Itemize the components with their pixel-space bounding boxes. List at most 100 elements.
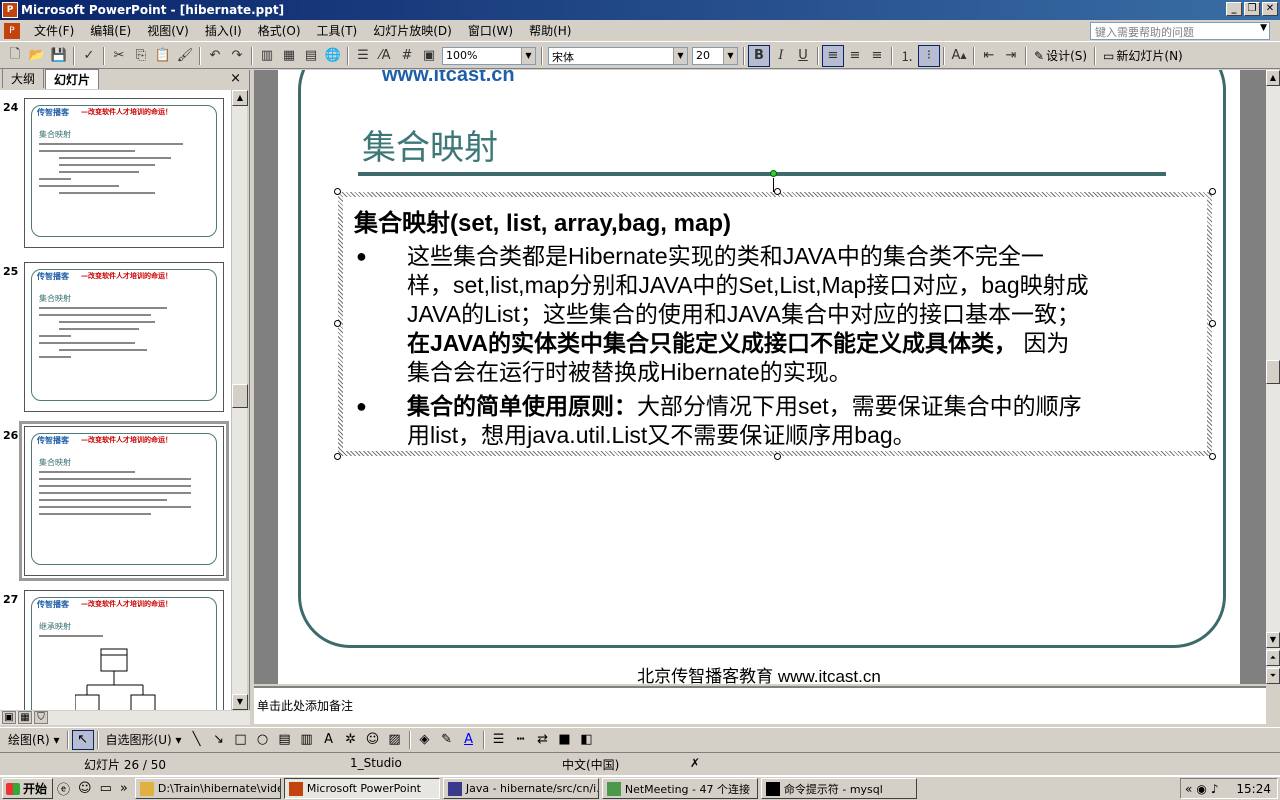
formatting-icon[interactable]: ⁄A [374, 45, 396, 67]
ie-icon[interactable]: ⓔ [53, 779, 74, 798]
redo-icon[interactable]: ↷ [226, 45, 248, 67]
font-select[interactable]: 宋体 ▼ [548, 46, 688, 65]
task-netmeeting[interactable]: NetMeeting - 47 个连接 [601, 778, 758, 799]
select-pointer-icon[interactable]: ↖ [71, 729, 94, 750]
cut-icon[interactable]: ✂ [108, 45, 130, 67]
numbering-icon[interactable]: ⒈ [896, 45, 918, 67]
scroll-down-icon[interactable]: ▼ [232, 694, 248, 710]
slideshow-view-icon[interactable]: ⛉ [34, 711, 48, 724]
new-icon[interactable]: 🗋 [4, 45, 26, 67]
previous-slide-icon[interactable]: ⏶ [1266, 650, 1280, 666]
task-powerpoint[interactable]: Microsoft PowerPoint [283, 778, 440, 799]
underline-button[interactable]: U [792, 45, 814, 67]
line-style-icon[interactable]: ☰ [488, 730, 510, 750]
copy-icon[interactable]: ⎘ [130, 45, 152, 67]
desktop-icon[interactable]: ▭ [96, 781, 116, 796]
menu-file[interactable]: 文件(F) [26, 22, 82, 39]
draw-menu-button[interactable]: 绘图(R) ▾ [4, 731, 64, 748]
resize-handle[interactable] [334, 188, 341, 195]
line-color-icon[interactable]: ✎ [436, 730, 458, 750]
slide-thumbnail-25[interactable]: 25 传智播客 —改变软件人才培训的命运！ 集合映射 [3, 262, 224, 412]
resize-handle[interactable] [1209, 320, 1216, 327]
slide-thumbnail-24[interactable]: 24 传智播客 —改变软件人才培训的命运！ 集合映射 [3, 98, 224, 248]
slide-thumbnail-27[interactable]: 27 传智播客 —改变软件人才培训的命运！ 继承映射 [3, 590, 224, 710]
arrow-icon[interactable]: ↘ [208, 730, 230, 750]
scroll-thumb[interactable] [1266, 360, 1280, 384]
scroll-down-icon[interactable]: ▼ [1266, 632, 1280, 648]
minimize-button[interactable]: _ [1226, 2, 1242, 16]
rotate-handle[interactable] [770, 170, 777, 177]
resize-handle[interactable] [334, 320, 341, 327]
zoom-select[interactable]: 100% ▼ [442, 46, 536, 65]
bold-button[interactable]: B [748, 44, 770, 67]
tab-slides[interactable]: 幻灯片 [45, 69, 100, 89]
chevron-down-icon[interactable]: ▼ [723, 47, 737, 64]
document-icon[interactable]: P [4, 22, 20, 39]
vertical-textbox-icon[interactable]: ▥ [296, 730, 318, 750]
paste-icon[interactable]: 📋 [152, 45, 174, 67]
diagram-icon[interactable]: ✲ [340, 730, 362, 750]
tab-outline[interactable]: 大纲 [2, 68, 45, 88]
network-icon[interactable]: ◉ [1196, 782, 1206, 796]
autoshapes-button[interactable]: 自选图形(U) ▾ [102, 731, 186, 748]
textbox-icon[interactable]: ▤ [274, 730, 296, 750]
line-icon[interactable]: ╲ [186, 730, 208, 750]
table-icon[interactable]: ▦ [278, 45, 300, 67]
menu-view[interactable]: 视图(V) [139, 22, 197, 39]
menu-insert[interactable]: 插入(I) [197, 22, 250, 39]
volume-icon[interactable]: ♪ [1211, 782, 1219, 796]
oval-icon[interactable]: ○ [252, 730, 274, 750]
notes-pane[interactable]: 单击此处添加备注 [254, 686, 1266, 724]
color-icon[interactable]: ▣ [418, 45, 440, 67]
resize-handle[interactable] [774, 188, 781, 195]
editor-scrollbar[interactable]: ▲ ▼ ⏶ ⏷ [1266, 70, 1280, 684]
increase-font-icon[interactable]: A ▲ [948, 45, 970, 67]
resize-handle[interactable] [334, 453, 341, 460]
picture-icon[interactable]: ▨ [384, 730, 406, 750]
messenger-icon[interactable]: ☺ [74, 781, 96, 796]
scroll-up-icon[interactable]: ▲ [232, 90, 248, 106]
grid-icon[interactable]: # [396, 45, 418, 67]
sorter-view-icon[interactable]: ▦ [18, 711, 32, 724]
spellcheck-icon[interactable]: ✓ [78, 45, 100, 67]
content-textbox[interactable]: 集合映射(set, list, array,bag, map) ● 这些集合类都… [334, 188, 1216, 460]
menu-format[interactable]: 格式(O) [250, 22, 309, 39]
increase-indent-icon[interactable]: ⇥ [1000, 45, 1022, 67]
rectangle-icon[interactable]: □ [230, 730, 252, 750]
expand-all-icon[interactable]: ☰ [352, 45, 374, 67]
save-icon[interactable]: 💾 [48, 45, 70, 67]
help-search-input[interactable]: 键入需要帮助的问题 ▼ [1090, 22, 1270, 40]
tray-expand-icon[interactable]: « [1185, 782, 1192, 796]
menu-edit[interactable]: 编辑(E) [82, 22, 139, 39]
arrow-style-icon[interactable]: ⇄ [532, 730, 554, 750]
spelling-status-icon[interactable]: ✗ [690, 756, 700, 770]
scroll-thumb[interactable] [232, 384, 248, 408]
close-icon[interactable]: × [230, 71, 241, 86]
current-slide[interactable]: www.itcast.cn 集合映射 集合映射(set, list, array… [278, 70, 1240, 684]
dash-style-icon[interactable]: ┅ [510, 730, 532, 750]
slide-thumbnail-26[interactable]: 26 传智播客 —改变软件人才培训的命运！ 集合映射 [3, 421, 229, 581]
menu-help[interactable]: 帮助(H) [521, 22, 579, 39]
hyperlink-icon[interactable]: 🌐 [322, 45, 344, 67]
align-center-icon[interactable]: ≡ [844, 45, 866, 67]
start-button[interactable]: 开始 [2, 778, 54, 799]
more-chevron-icon[interactable]: » [116, 781, 132, 796]
scroll-up-icon[interactable]: ▲ [1266, 70, 1280, 86]
format-painter-icon[interactable]: 🖌 [174, 45, 196, 67]
normal-view-icon[interactable]: ▣ [2, 711, 16, 724]
powerpoint-icon[interactable]: P [2, 2, 18, 18]
chart-icon[interactable]: ▥ [256, 45, 278, 67]
menu-window[interactable]: 窗口(W) [460, 22, 521, 39]
chevron-down-icon[interactable]: ▼ [1260, 23, 1267, 33]
chevron-down-icon[interactable]: ▼ [521, 47, 535, 64]
resize-handle[interactable] [1209, 188, 1216, 195]
task-explorer[interactable]: D:\Train\hibernate\video [134, 778, 281, 799]
menu-slideshow[interactable]: 幻灯片放映(D) [365, 22, 460, 39]
wordart-icon[interactable]: A [318, 730, 340, 750]
italic-button[interactable]: I [770, 45, 792, 67]
fill-color-icon[interactable]: ◈ [414, 730, 436, 750]
task-eclipse[interactable]: Java - hibernate/src/cn/i... [442, 778, 599, 799]
task-cmd[interactable]: 命令提示符 - mysql [760, 778, 917, 799]
tables-borders-icon[interactable]: ▤ [300, 45, 322, 67]
decrease-indent-icon[interactable]: ⇤ [978, 45, 1000, 67]
